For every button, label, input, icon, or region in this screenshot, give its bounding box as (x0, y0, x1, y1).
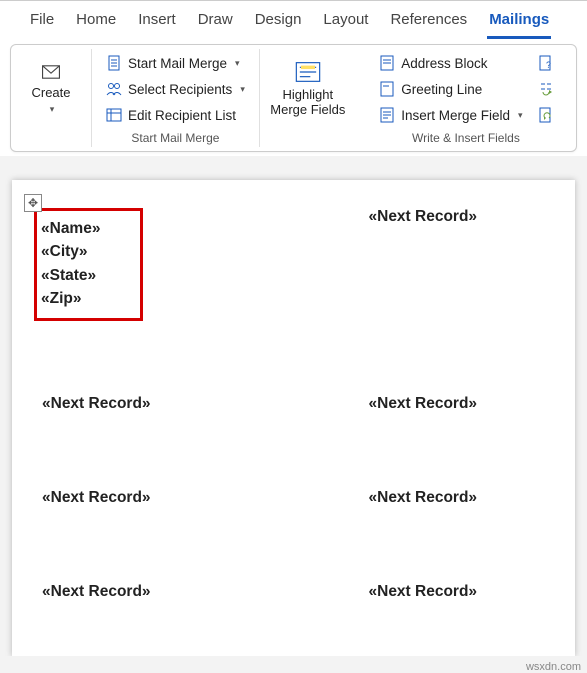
group-create-label (49, 131, 52, 145)
label-cell-4[interactable]: «Next Record» (42, 489, 219, 509)
tab-file[interactable]: File (28, 5, 56, 38)
next-record-field: «Next Record» (369, 395, 478, 412)
label-cell-6[interactable]: «Next Record» (42, 583, 219, 603)
insert-merge-field-button[interactable]: Insert Merge Field ▾ (373, 103, 528, 127)
tab-references[interactable]: References (388, 5, 469, 38)
label-cell-2[interactable]: «Next Record» (42, 395, 219, 415)
label-cell-7[interactable]: «Next Record» (369, 583, 546, 603)
chevron-down-icon: ▾ (240, 84, 245, 95)
merge-field-name: «Name» (41, 217, 100, 240)
select-recipients-button[interactable]: Select Recipients ▾ (100, 77, 251, 101)
rules-button[interactable]: ? (533, 51, 559, 75)
chevron-down-icon: ▾ (518, 110, 523, 121)
empty-label (306, 131, 309, 145)
page[interactable]: ✥ «Name» «City» «State» «Zip» «Next Reco… (12, 180, 575, 656)
next-record-field: «Next Record» (42, 395, 151, 412)
document-icon (106, 55, 122, 71)
update-labels-button[interactable] (533, 103, 559, 127)
tab-draw[interactable]: Draw (196, 5, 235, 38)
label-cell-3[interactable]: «Next Record» (369, 395, 546, 415)
tab-design[interactable]: Design (253, 5, 304, 38)
group-highlight: Highlight Merge Fields (260, 49, 356, 147)
next-record-field: «Next Record» (369, 489, 478, 506)
tab-home[interactable]: Home (74, 5, 118, 38)
highlighted-fields: «Name» «City» «State» «Zip» (34, 208, 143, 321)
label-cell-5[interactable]: «Next Record» (369, 489, 546, 509)
label-grid: «Name» «City» «State» «Zip» «Next Record… (42, 208, 545, 603)
group-start-mail-merge: Start Mail Merge ▾ Select Recipients ▾ E… (92, 49, 260, 147)
table-anchor-icon[interactable]: ✥ (24, 194, 42, 212)
group-start-mail-merge-label: Start Mail Merge (131, 131, 219, 145)
merge-field-icon (379, 107, 395, 123)
create-button[interactable]: Create ▾ (19, 51, 83, 127)
highlight-merge-fields-button[interactable]: Highlight Merge Fields (268, 51, 348, 127)
tab-insert[interactable]: Insert (136, 5, 178, 38)
address-block-button[interactable]: Address Block (373, 51, 528, 75)
ribbon-container: Create ▾ Start Mail Merge ▾ Select Reci (0, 38, 587, 156)
greeting-icon (379, 81, 395, 97)
people-icon (106, 81, 122, 97)
start-mail-merge-button[interactable]: Start Mail Merge ▾ (100, 51, 251, 75)
group-create: Create ▾ (11, 49, 92, 147)
document-area: ✥ «Name» «City» «State» «Zip» «Next Reco… (0, 156, 587, 656)
svg-text:?: ? (546, 60, 551, 70)
merge-field-zip: «Zip» (41, 287, 100, 310)
list-edit-icon (106, 107, 122, 123)
merge-field-state: «State» (41, 264, 100, 287)
page-question-icon: ? (538, 55, 554, 71)
next-record-field: «Next Record» (42, 489, 151, 506)
ribbon-tabs: File Home Insert Draw Design Layout Refe… (0, 0, 587, 38)
edit-recipient-list-button[interactable]: Edit Recipient List (100, 103, 251, 127)
watermark: wsxdn.com (526, 661, 581, 673)
greeting-line-button[interactable]: Greeting Line (373, 77, 528, 101)
ribbon: Create ▾ Start Mail Merge ▾ Select Reci (10, 44, 577, 152)
update-icon (538, 107, 554, 123)
next-record-field: «Next Record» (369, 583, 478, 600)
group-write-insert-fields: Address Block Greeting Line Insert Merge… (356, 49, 576, 147)
next-record-field: «Next Record» (42, 583, 151, 600)
group-write-insert-label: Write & Insert Fields (412, 131, 520, 145)
address-icon (379, 55, 395, 71)
label-cell-0[interactable]: «Name» «City» «State» «Zip» (42, 208, 219, 321)
merge-field-city: «City» (41, 240, 100, 263)
highlight-icon (294, 60, 322, 84)
match-fields-button[interactable] (533, 77, 559, 101)
next-record-field: «Next Record» (369, 208, 478, 225)
label-cell-1[interactable]: «Next Record» (369, 208, 546, 321)
create-label: Create (31, 85, 70, 100)
tab-layout[interactable]: Layout (321, 5, 370, 38)
match-icon (538, 81, 554, 97)
envelope-icon (39, 63, 63, 81)
chevron-down-icon: ▾ (235, 58, 240, 69)
chevron-down-icon: ▾ (50, 104, 55, 115)
tab-mailings[interactable]: Mailings (487, 5, 551, 39)
